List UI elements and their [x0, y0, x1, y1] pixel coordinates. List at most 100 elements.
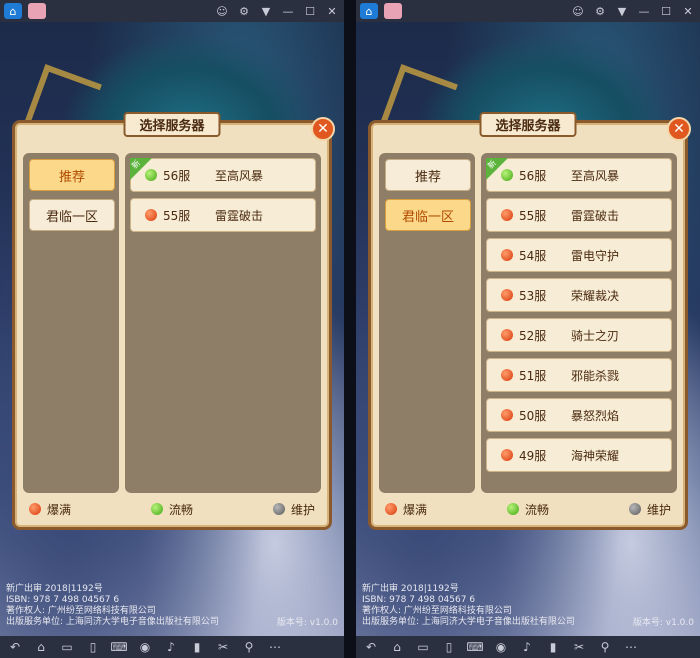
server-row[interactable]: 54服 雷电守护 — [486, 238, 672, 272]
close-window-icon[interactable]: ✕ — [680, 3, 696, 19]
server-number: 53服 — [519, 288, 547, 303]
server-number: 56服 — [163, 168, 191, 183]
server-row[interactable]: 50服 暴怒烈焰 — [486, 398, 672, 432]
server-row[interactable]: 53服 荣耀裁决 — [486, 278, 672, 312]
screen-icon[interactable]: ▯ — [84, 639, 102, 655]
dropdown-icon[interactable]: ▼ — [614, 3, 630, 19]
server-row[interactable]: 51服 邪能杀戮 — [486, 358, 672, 392]
status-maintenance-icon — [628, 503, 641, 515]
account-icon[interactable]: ☺ — [214, 3, 230, 19]
server-number: 55服 — [163, 208, 191, 223]
dialog-title: 选择服务器 — [479, 112, 577, 137]
server-list[interactable]: 新 56服 至高风暴 55服 雷霆破击 54服 雷电守护 53服 荣耀裁决 52… — [481, 153, 677, 493]
screen-junlin-1: ⌂ ☺ ⚙ ▼ — ☐ ✕ 选择服务器 ✕ 推荐 君临一区 新 56服 至高风暴… — [356, 0, 700, 658]
scissors-icon[interactable]: ✂ — [214, 639, 232, 655]
server-number: 54服 — [519, 248, 547, 263]
maximize-icon[interactable]: ☐ — [302, 3, 318, 19]
status-full-icon — [501, 289, 513, 301]
legend-full: 爆满 — [29, 501, 71, 518]
server-number: 49服 — [519, 448, 547, 463]
server-row[interactable]: 49服 海神荣耀 — [486, 438, 672, 472]
status-full-icon — [385, 503, 397, 515]
maximize-icon[interactable]: ☐ — [658, 3, 674, 19]
legend-maintenance: 维护 — [628, 501, 671, 518]
minimize-icon[interactable]: — — [636, 3, 652, 19]
server-list: 新 56服 至高风暴 55服 雷霆破击 — [125, 153, 321, 493]
phone-icon[interactable]: ▮ — [544, 639, 562, 655]
server-group-list: 推荐 君临一区 — [379, 153, 475, 493]
copyright-info: 新广出审 2018|1192号 ISBN: 978 7 498 04567 6 … — [6, 584, 219, 627]
server-name: 雷电守护 — [571, 248, 620, 263]
keyboard-icon[interactable]: ⌨ — [110, 639, 128, 655]
server-name: 至高风暴 — [571, 168, 620, 183]
server-number: 51服 — [519, 368, 547, 383]
home-icon[interactable]: ⌂ — [4, 3, 22, 19]
scissors-icon[interactable]: ✂ — [570, 639, 588, 655]
server-number: 55服 — [519, 208, 547, 223]
volume-icon[interactable]: ♪ — [518, 639, 536, 655]
emulator-top-bar: ⌂ ☺ ⚙ ▼ — ☐ ✕ — [0, 0, 344, 22]
emulator-nav-bar: ↶ ⌂ ▭ ▯ ⌨ ◉ ♪ ▮ ✂ ⚲ ⋯ — [0, 636, 344, 658]
status-full-icon — [501, 249, 513, 261]
copyright-info: 新广出审 2018|1192号 ISBN: 978 7 498 04567 6 … — [362, 584, 575, 627]
group-recommended[interactable]: 推荐 — [385, 159, 471, 191]
emulator-nav-bar: ↶ ⌂ ▭ ▯ ⌨ ◉ ♪ ▮ ✂ ⚲ ⋯ — [356, 636, 700, 658]
minimize-icon[interactable]: — — [280, 3, 296, 19]
location-icon[interactable]: ⚲ — [596, 639, 614, 655]
settings-icon[interactable]: ⚙ — [592, 3, 608, 19]
status-maintenance-icon — [272, 503, 285, 515]
group-recommended[interactable]: 推荐 — [29, 159, 115, 191]
phone-icon[interactable]: ▮ — [188, 639, 206, 655]
home-nav-icon[interactable]: ⌂ — [32, 639, 50, 655]
server-row[interactable]: 新 56服 至高风暴 — [130, 158, 316, 192]
game-app-icon[interactable] — [28, 3, 46, 19]
close-button[interactable]: ✕ — [311, 117, 335, 141]
server-name: 海神荣耀 — [571, 448, 620, 463]
back-icon[interactable]: ↶ — [362, 639, 380, 655]
emulator-top-bar: ⌂ ☺ ⚙ ▼ — ☐ ✕ — [356, 0, 700, 22]
version-label: 版本号: v1.0.0 — [276, 618, 338, 628]
server-row[interactable]: 新 56服 至高风暴 — [486, 158, 672, 192]
dialog-title: 选择服务器 — [123, 112, 221, 137]
server-name: 骑士之刃 — [571, 328, 620, 343]
version-label: 版本号: v1.0.0 — [632, 618, 694, 628]
status-legend: 爆满 流畅 维护 — [385, 497, 671, 521]
status-full-icon — [501, 369, 513, 381]
eye-icon[interactable]: ◉ — [492, 639, 510, 655]
legend-maintenance: 维护 — [272, 501, 315, 518]
screen-icon[interactable]: ▯ — [440, 639, 458, 655]
server-row[interactable]: 55服 雷霆破击 — [130, 198, 316, 232]
server-name: 暴怒烈焰 — [571, 408, 620, 423]
server-name: 雷霆破击 — [215, 208, 264, 223]
group-junlin-1[interactable]: 君临一区 — [385, 199, 471, 231]
home-nav-icon[interactable]: ⌂ — [388, 639, 406, 655]
more-icon[interactable]: ⋯ — [622, 639, 640, 655]
server-number: 56服 — [519, 168, 547, 183]
dropdown-icon[interactable]: ▼ — [258, 3, 274, 19]
recents-icon[interactable]: ▭ — [58, 639, 76, 655]
screen-divider — [344, 0, 356, 658]
group-junlin-1[interactable]: 君临一区 — [29, 199, 115, 231]
screen-recommended: ⌂ ☺ ⚙ ▼ — ☐ ✕ 选择服务器 ✕ 推荐 君临一区 新 56服 至高风暴… — [0, 0, 344, 658]
status-full-icon — [145, 209, 157, 221]
volume-icon[interactable]: ♪ — [162, 639, 180, 655]
status-legend: 爆满 流畅 维护 — [29, 497, 315, 521]
more-icon[interactable]: ⋯ — [266, 639, 284, 655]
keyboard-icon[interactable]: ⌨ — [466, 639, 484, 655]
home-icon[interactable]: ⌂ — [360, 3, 378, 19]
server-row[interactable]: 55服 雷霆破击 — [486, 198, 672, 232]
server-name: 至高风暴 — [215, 168, 264, 183]
eye-icon[interactable]: ◉ — [136, 639, 154, 655]
server-name: 邪能杀戮 — [571, 368, 620, 383]
location-icon[interactable]: ⚲ — [240, 639, 258, 655]
server-row[interactable]: 52服 骑士之刃 — [486, 318, 672, 352]
back-icon[interactable]: ↶ — [6, 639, 24, 655]
game-app-icon[interactable] — [384, 3, 402, 19]
status-full-icon — [501, 329, 513, 341]
close-window-icon[interactable]: ✕ — [324, 3, 340, 19]
recents-icon[interactable]: ▭ — [414, 639, 432, 655]
account-icon[interactable]: ☺ — [570, 3, 586, 19]
settings-icon[interactable]: ⚙ — [236, 3, 252, 19]
server-group-list: 推荐 君临一区 — [23, 153, 119, 493]
close-button[interactable]: ✕ — [667, 117, 691, 141]
